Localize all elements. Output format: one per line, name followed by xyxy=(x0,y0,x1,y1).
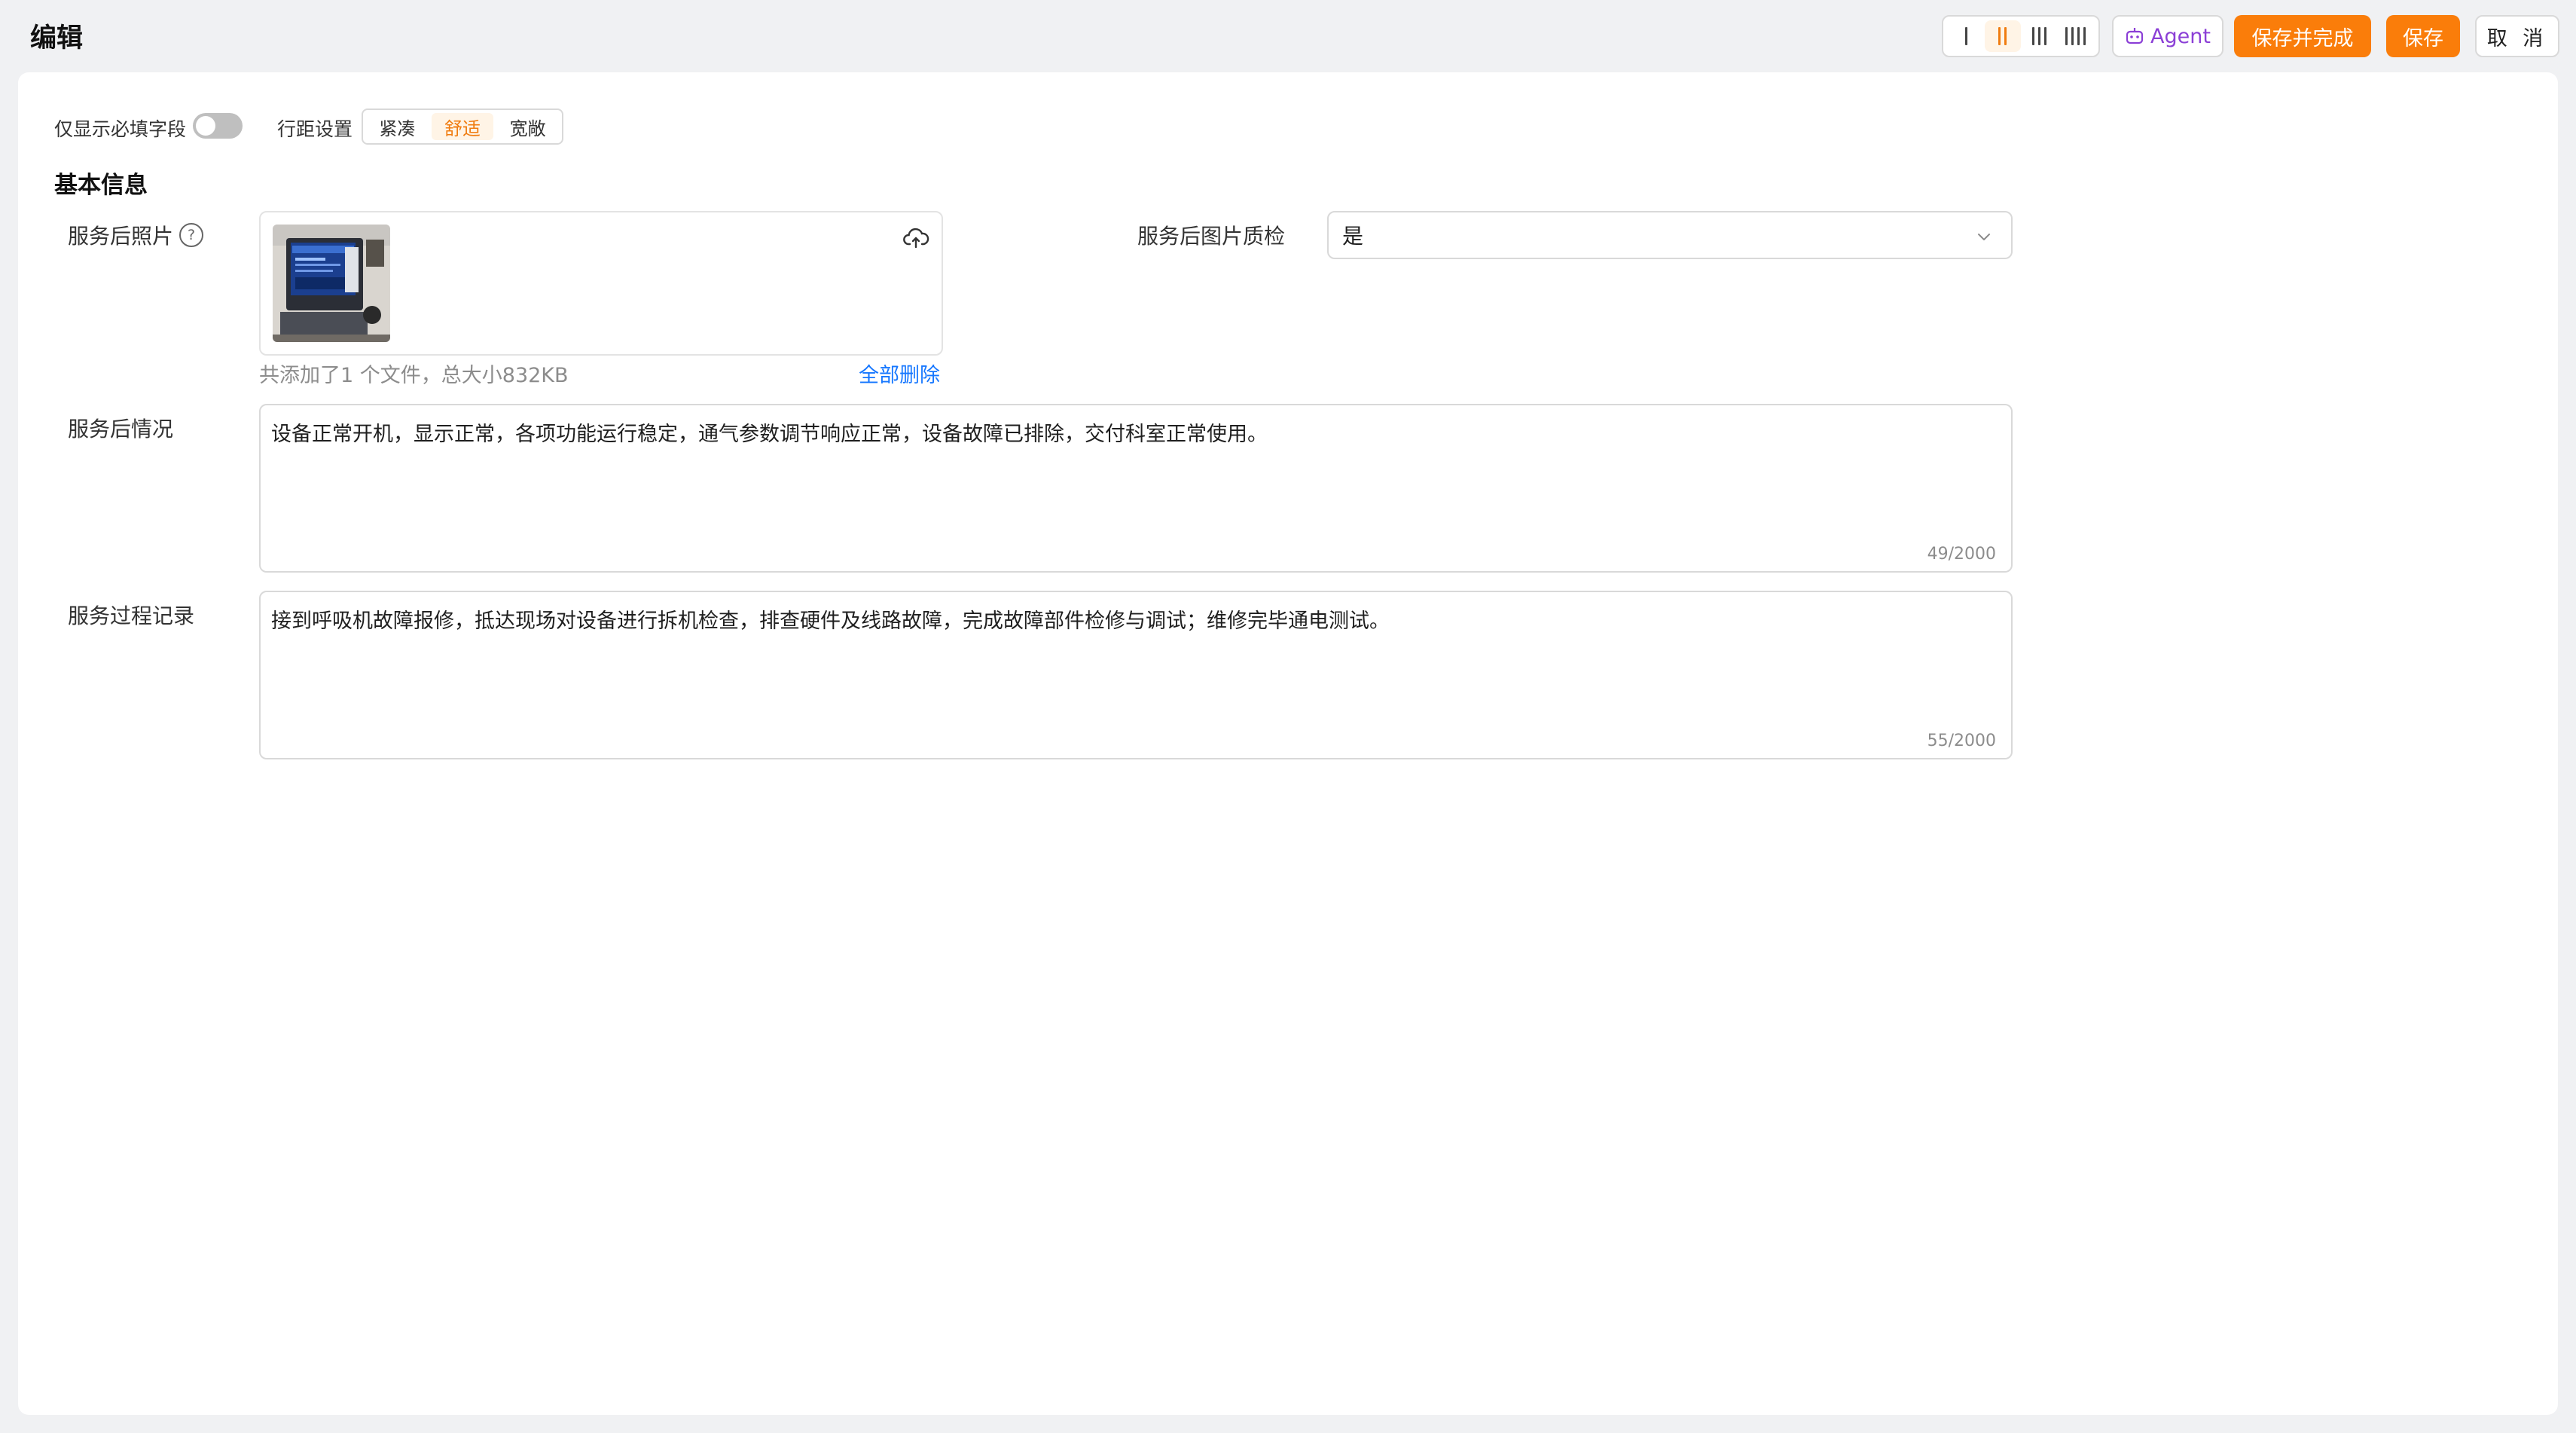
robot-icon xyxy=(2126,28,2144,44)
quality-check-select[interactable]: 是 xyxy=(1327,211,2013,259)
after-service-textarea[interactable]: 设备正常开机，显示正常，各项功能运行稳定，通气参数调节响应正常，设备故障已排除，… xyxy=(259,404,2013,573)
spacing-segmented-control: 紧凑 舒适 宽敞 xyxy=(362,108,563,145)
help-icon[interactable]: ? xyxy=(179,223,204,247)
layout-1-column-button[interactable] xyxy=(1948,20,1985,52)
agent-button-label: Agent xyxy=(2150,24,2211,48)
agent-button[interactable]: Agent xyxy=(2112,15,2223,57)
delete-all-link[interactable]: 全部删除 xyxy=(859,359,940,388)
after-service-text: 设备正常开机，显示正常，各项功能运行稳定，通气参数调节响应正常，设备故障已排除，… xyxy=(271,423,1268,446)
spacing-option-compact[interactable]: 紧凑 xyxy=(366,113,429,140)
photo-field-label: 服务后照片 ? xyxy=(68,220,204,250)
process-record-counter: 55/2000 xyxy=(1927,732,1996,750)
save-button[interactable]: 保存 xyxy=(2386,15,2460,57)
process-record-textarea[interactable]: 接到呼吸机故障报修，抵达现场对设备进行拆机检查，排查硬件及线路故障，完成故障部件… xyxy=(259,591,2013,759)
process-record-label: 服务过程记录 xyxy=(68,603,195,628)
switch-knob xyxy=(196,116,215,136)
spacing-label: 行距设置 xyxy=(277,118,353,140)
after-service-label: 服务后情况 xyxy=(68,417,174,442)
layout-3-column-button[interactable] xyxy=(2021,20,2058,52)
cloud-upload-icon[interactable] xyxy=(902,225,929,252)
quality-check-value: 是 xyxy=(1342,224,1364,249)
after-service-counter: 49/2000 xyxy=(1927,545,1996,564)
layout-4-column-button[interactable] xyxy=(2058,20,2095,52)
column-layout-toggle xyxy=(1942,15,2100,57)
save-and-complete-button[interactable]: 保存并完成 xyxy=(2234,15,2371,57)
photo-label-text: 服务后照片 xyxy=(68,224,174,249)
section-title: 基本信息 xyxy=(54,172,148,199)
file-summary: 共添加了1 个文件，总大小832KB xyxy=(259,364,569,387)
spacing-option-wide[interactable]: 宽敞 xyxy=(496,113,559,140)
spacing-option-comfortable[interactable]: 舒适 xyxy=(431,113,494,140)
process-record-text: 接到呼吸机故障报修，抵达现场对设备进行拆机检查，排查硬件及线路故障，完成故障部件… xyxy=(271,610,1390,633)
required-only-label: 仅显示必填字段 xyxy=(54,118,187,140)
photo-thumbnail[interactable] xyxy=(273,225,390,342)
photo-upload-box xyxy=(259,211,943,356)
page-title: 编辑 xyxy=(30,23,84,53)
chevron-down-icon xyxy=(1978,234,1990,240)
required-only-switch[interactable] xyxy=(193,113,243,139)
layout-2-column-button[interactable] xyxy=(1984,20,2021,52)
quality-check-label: 服务后图片质检 xyxy=(1137,224,1286,249)
cancel-button[interactable]: 取 消 xyxy=(2475,15,2559,57)
ventilator-photo xyxy=(273,225,390,342)
